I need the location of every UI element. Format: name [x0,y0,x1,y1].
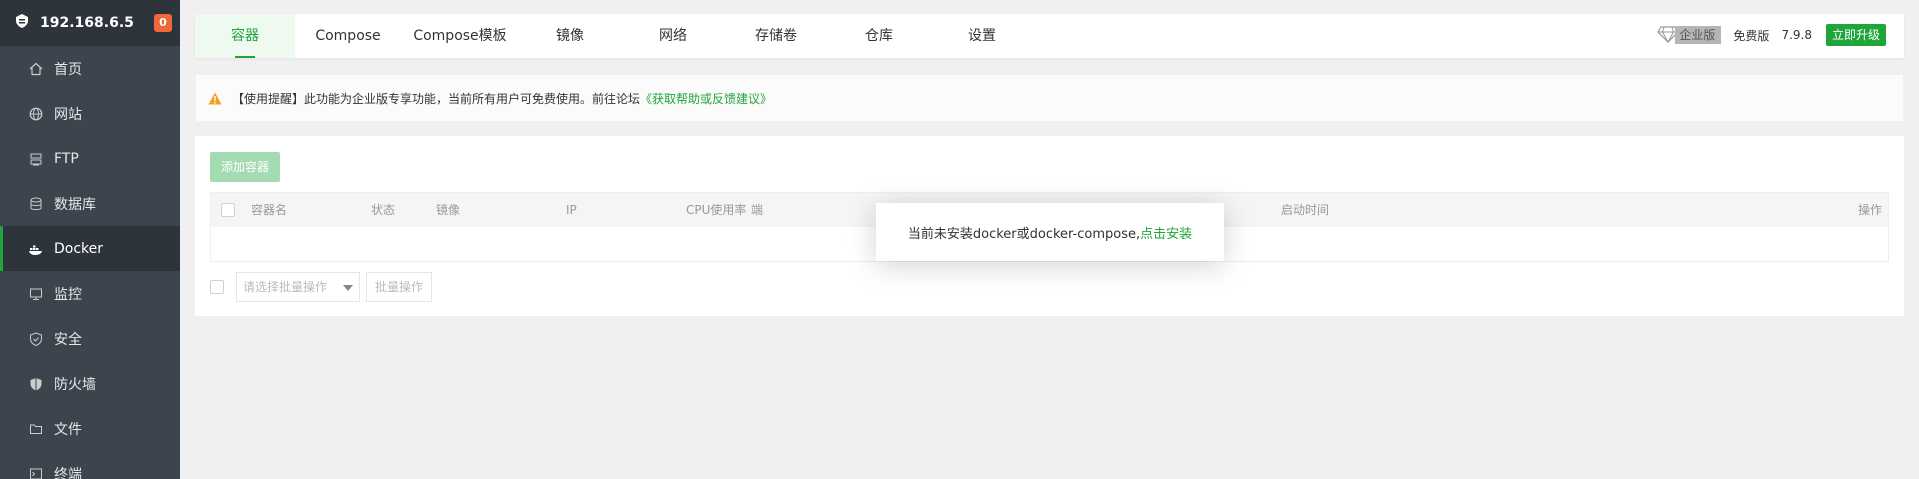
edition-info: 企业版 免费版 7.9.8 立即升级 [1657,24,1886,46]
batch-actions: 请选择批量操作 批量操作 [210,272,433,302]
sidebar-item-label: FTP [54,150,79,167]
sidebar-item-ftp[interactable]: FTP [0,136,180,181]
firewall-icon [28,376,44,392]
database-icon [28,196,44,212]
sidebar-item-label: 监控 [54,286,82,303]
server-ip: 192.168.6.5 [40,15,134,31]
column-header: 操作 [1857,203,1882,217]
terminal-icon [28,466,44,479]
sidebar-item-files[interactable]: 文件 [0,406,180,451]
globe-icon [28,106,44,122]
sidebar-item-label: 安全 [54,331,82,348]
sidebar-item-terminal[interactable]: 终端 [0,451,180,479]
enterprise-badge[interactable]: 企业版 [1657,24,1722,46]
monitor-icon [28,286,44,302]
sidebar-item-docker[interactable]: Docker [0,226,180,271]
install-link[interactable]: 点击安装 [1140,223,1192,242]
column-header[interactable]: 容器名 [251,193,287,227]
ftp-icon [28,151,44,167]
tab-volumes[interactable]: 存储卷 [736,14,816,58]
tab-settings[interactable]: 设置 [942,14,1022,58]
column-header[interactable]: 镜像 [436,193,460,227]
notice-text: 【使用提醒】此功能为企业版专享功能，当前所有用户可免费使用。前往论坛 [232,91,641,106]
usage-notice: 【使用提醒】此功能为企业版专享功能，当前所有用户可免费使用。前往论坛 《获取帮助… [195,74,1904,122]
sidebar-item-website[interactable]: 网站 [0,91,180,136]
sidebar-item-security[interactable]: 安全 [0,316,180,361]
sidebar-item-firewall[interactable]: 防火墙 [0,361,180,406]
version-number: 7.9.8 [1781,28,1812,42]
sidebar: 192.168.6.5 0 首页 网站 FTP 数据库 Docker 监控 安全… [0,0,180,479]
batch-operation-button[interactable]: 批量操作 [366,272,433,302]
tab-bar: 容器 Compose Compose模板 镜像 网络 存储卷 仓库 设置 企业版… [195,14,1904,58]
notification-badge[interactable]: 0 [154,14,172,32]
sidebar-item-label: 数据库 [54,196,96,213]
tab-images[interactable]: 镜像 [530,14,610,58]
tab-network[interactable]: 网络 [633,14,713,58]
column-header[interactable]: 启动时间 [1281,193,1329,227]
column-header[interactable]: 状态 [371,193,395,227]
warning-icon [208,92,222,105]
column-header[interactable]: IP [566,193,577,227]
batch-select-placeholder: 请选择批量操作 [243,280,328,294]
tab-containers[interactable]: 容器 [195,14,295,58]
docker-not-installed-dialog: 当前未安装docker或docker-compose, 点击安装 [876,203,1224,261]
sidebar-item-label: 网站 [54,106,82,123]
chevron-down-icon [343,285,353,291]
feedback-link[interactable]: 《获取帮助或反馈建议》 [640,90,772,107]
tab-compose[interactable]: Compose [298,14,398,58]
folder-icon [28,421,44,437]
sidebar-item-label: Docker [54,240,104,257]
sidebar-item-label: 文件 [54,421,82,438]
free-edition-label: 免费版 [1733,28,1770,43]
sidebar-item-label: 终端 [54,466,82,479]
tab-registry[interactable]: 仓库 [839,14,919,58]
column-header[interactable]: CPU使用率 [686,193,746,227]
sidebar-item-home[interactable]: 首页 [0,46,180,91]
tab-compose-template[interactable]: Compose模板 [405,14,515,58]
sidebar-item-label: 防火墙 [54,376,96,393]
column-header[interactable]: 端 [751,193,763,227]
dialog-message: 当前未安装docker或docker-compose, [907,226,1141,242]
sidebar-item-database[interactable]: 数据库 [0,181,180,226]
batch-checkbox[interactable] [210,280,224,294]
sidebar-item-label: 首页 [54,61,82,78]
home-icon [28,61,44,77]
server-icon [14,13,30,33]
select-all-checkbox[interactable] [221,203,235,220]
docker-icon [28,241,44,257]
sidebar-item-monitor[interactable]: 监控 [0,271,180,316]
enterprise-label: 企业版 [1675,26,1722,44]
batch-operation-select[interactable]: 请选择批量操作 [236,272,360,302]
add-container-button[interactable]: 添加容器 [210,152,280,182]
upgrade-button[interactable]: 立即升级 [1825,24,1886,46]
shield-icon [28,331,44,347]
server-header[interactable]: 192.168.6.5 0 [0,0,180,46]
